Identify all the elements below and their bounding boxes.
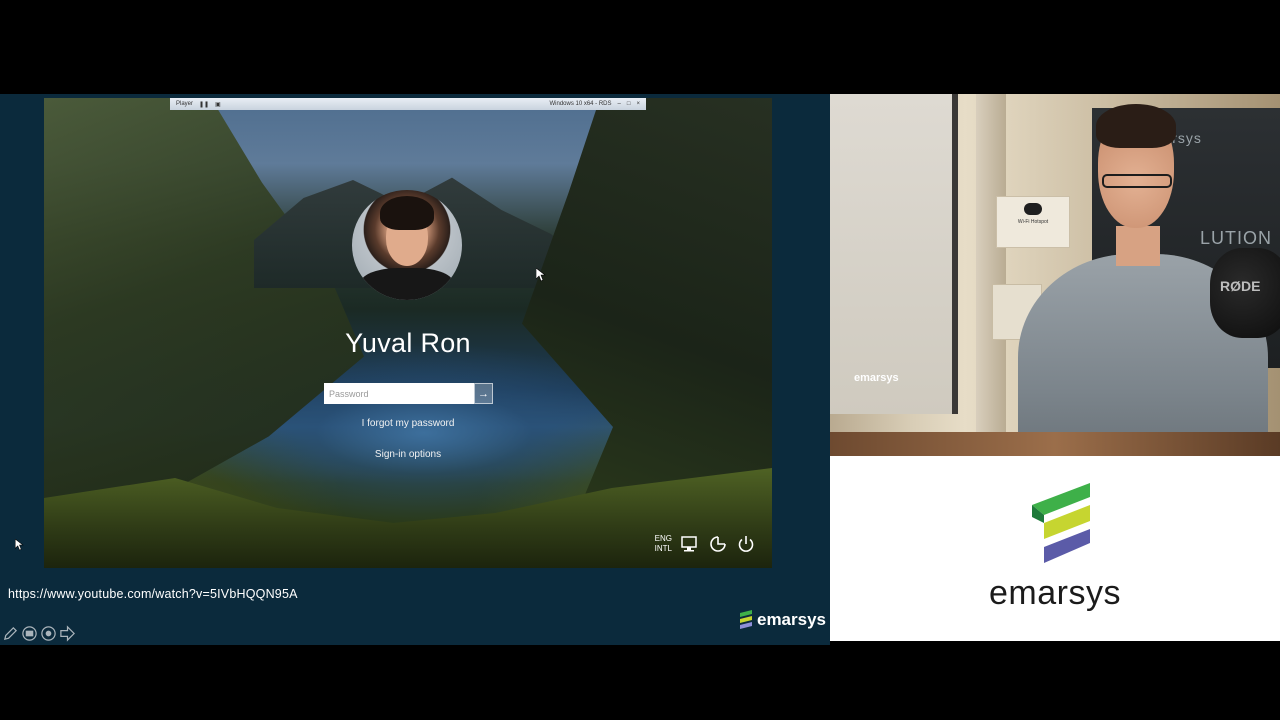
password-row: → bbox=[324, 383, 493, 404]
zoom-icon[interactable] bbox=[40, 625, 57, 642]
windows-lock-screen: Player ❚❚ ▣ Windows 10 x64 - RDS – □ × Y… bbox=[44, 98, 772, 568]
next-arrow-icon[interactable] bbox=[59, 625, 76, 642]
youtube-link[interactable]: https://www.youtube.com/watch?v=5IVbHQQN… bbox=[8, 587, 298, 601]
presentation-slide: Player ❚❚ ▣ Windows 10 x64 - RDS – □ × Y… bbox=[0, 94, 830, 645]
forgot-password-link[interactable]: I forgot my password bbox=[44, 418, 772, 429]
player-menu[interactable]: Player bbox=[176, 101, 193, 107]
slideshow-controls bbox=[2, 625, 76, 642]
vm-name: Windows 10 x64 - RDS bbox=[549, 101, 612, 107]
submit-arrow-button[interactable]: → bbox=[474, 383, 493, 404]
projector-screen: emarsys bbox=[830, 94, 958, 414]
brand-wordmark: emarsys bbox=[989, 574, 1121, 612]
brand-panel: emarsys bbox=[830, 456, 1280, 641]
slides-icon[interactable] bbox=[21, 625, 38, 642]
ease-of-access-icon[interactable] bbox=[708, 534, 728, 554]
pen-icon[interactable] bbox=[2, 625, 19, 642]
user-avatar bbox=[352, 190, 462, 300]
password-input[interactable] bbox=[324, 383, 474, 404]
toolbar-minimize-icon[interactable]: – bbox=[618, 101, 621, 107]
slide-emarsys-logo: emarsys bbox=[738, 610, 826, 630]
input-language-button[interactable]: ENG INTL bbox=[655, 534, 672, 554]
speaker-camera-feed: emarsys emarsys LUTION Wi-Fi Hotspot RØD… bbox=[830, 94, 1280, 456]
mouse-pointer-icon bbox=[535, 267, 546, 287]
slide-pointer-icon bbox=[14, 538, 24, 556]
toolbar-pause-icon[interactable]: ❚❚ bbox=[199, 101, 209, 108]
desk bbox=[830, 432, 1280, 456]
toolbar-devices-icon[interactable]: ▣ bbox=[215, 101, 221, 108]
emarsys-logo-icon bbox=[1032, 483, 1090, 563]
toolbar-close-icon[interactable]: × bbox=[636, 101, 640, 107]
network-icon[interactable] bbox=[680, 534, 700, 554]
lockscreen-tray: ENG INTL bbox=[655, 534, 756, 554]
signin-options-link[interactable]: Sign-in options bbox=[44, 449, 772, 460]
power-icon[interactable] bbox=[736, 534, 756, 554]
microphone: RØDE bbox=[1210, 248, 1280, 338]
toolbar-maximize-icon[interactable]: □ bbox=[627, 101, 631, 107]
vm-player-toolbar[interactable]: Player ❚❚ ▣ Windows 10 x64 - RDS – □ × bbox=[170, 98, 646, 110]
emarsys-mark-icon bbox=[739, 610, 752, 629]
user-name: Yuval Ron bbox=[345, 328, 471, 358]
